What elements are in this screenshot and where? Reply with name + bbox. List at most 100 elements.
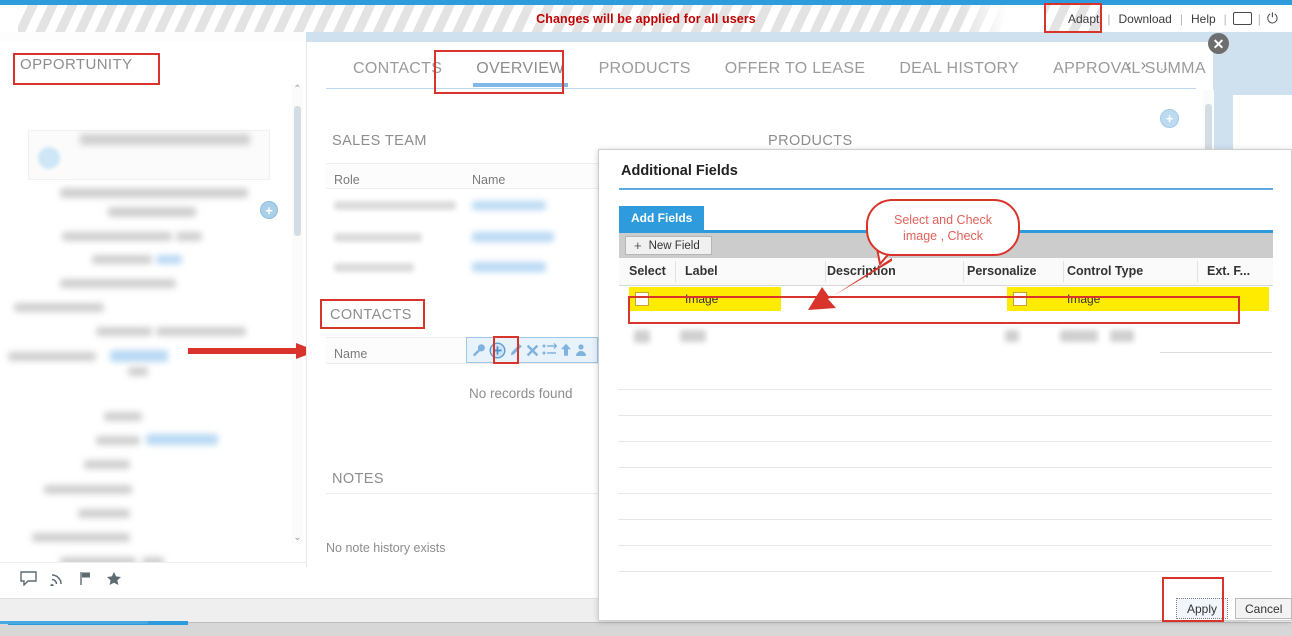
add-field-button[interactable]: + xyxy=(260,201,278,219)
redacted-cell xyxy=(634,330,650,343)
application-window: Changes will be applied for all users Ad… xyxy=(0,0,1292,636)
redacted-cell xyxy=(1110,330,1134,342)
flag-icon[interactable] xyxy=(79,571,93,591)
dialog-title: Additional Fields xyxy=(621,163,738,179)
column-select: Select xyxy=(629,264,666,278)
scroll-thumb[interactable] xyxy=(294,106,301,236)
tab-products[interactable]: PRODUCTS xyxy=(582,48,708,90)
taskbar-strip xyxy=(0,622,1292,636)
sub-strip-left xyxy=(0,32,306,42)
redacted-cell xyxy=(472,262,546,272)
feed-icon[interactable] xyxy=(50,571,66,591)
power-icon[interactable]: ⏻ xyxy=(1267,10,1278,27)
tab-offer-to-lease[interactable]: OFFER TO LEASE xyxy=(708,48,883,90)
sales-team-table-header: Role Name xyxy=(326,163,598,189)
redacted-cell xyxy=(334,233,422,242)
column-name: Name xyxy=(472,173,506,187)
contacts-row-toolbar[interactable] xyxy=(466,337,598,363)
annotation-arrow-image-row xyxy=(800,258,892,316)
scroll-up-icon[interactable]: ⌃ xyxy=(293,84,302,96)
opportunity-left-panel: + xyxy=(0,42,306,567)
row-separator xyxy=(618,467,1272,468)
instruction-callout: Select and Check image , Check xyxy=(866,199,1020,256)
redacted-text xyxy=(80,134,250,145)
notes-empty-text: No note history exists xyxy=(326,541,446,555)
redacted-text xyxy=(96,327,152,336)
cancel-button[interactable]: Cancel xyxy=(1235,598,1292,619)
row-separator xyxy=(618,571,1272,572)
separator-4: | xyxy=(1257,11,1261,26)
scroll-down-icon[interactable]: ⌄ xyxy=(293,532,302,544)
redacted-link xyxy=(146,434,218,445)
sales-team-title: SALES TEAM xyxy=(332,133,427,149)
callout-line-2: image , Check xyxy=(903,228,983,243)
tab-next-icon[interactable]: › xyxy=(1141,55,1147,75)
row-separator xyxy=(618,545,1272,546)
redacted-text xyxy=(156,327,246,336)
redacted-text xyxy=(14,303,104,312)
apply-annotation-box xyxy=(1162,577,1224,622)
redacted-text xyxy=(176,232,202,241)
redacted-cell xyxy=(334,201,456,210)
redacted-text xyxy=(78,509,130,518)
tab-deal-history[interactable]: DEAL HISTORY xyxy=(882,48,1036,90)
separator-3: | xyxy=(1223,11,1227,26)
up-icon[interactable] xyxy=(560,343,572,357)
left-scrollbar[interactable]: ⌃ ⌄ xyxy=(292,84,303,544)
redacted-cell xyxy=(1060,330,1098,342)
hatch-left-fill xyxy=(0,5,18,32)
window-icon[interactable] xyxy=(1232,12,1252,25)
redacted-cell xyxy=(1005,330,1019,342)
download-link[interactable]: Download xyxy=(1110,12,1179,26)
new-field-label: New Field xyxy=(648,239,700,252)
help-link[interactable]: Help xyxy=(1183,12,1224,26)
redacted-text xyxy=(62,232,172,241)
redacted-link xyxy=(156,255,182,264)
redacted-cell xyxy=(472,232,554,242)
redacted-cell xyxy=(334,263,414,272)
column-label: Label xyxy=(685,264,718,278)
redacted-text xyxy=(128,367,148,376)
plus-icon: + xyxy=(634,238,642,253)
column-ext-f: Ext. F... xyxy=(1207,264,1251,278)
left-panel-footer xyxy=(0,562,306,598)
row-separator xyxy=(618,441,1272,442)
table-header-row: Select Label Description Personalize Con… xyxy=(619,258,1273,286)
adapt-annotation-box xyxy=(1044,3,1102,33)
column-personalize: Personalize xyxy=(967,264,1037,278)
row-separator xyxy=(618,493,1272,494)
row-separator xyxy=(1160,352,1272,353)
wrench-icon[interactable] xyxy=(472,343,486,357)
redacted-text xyxy=(32,533,130,542)
redacted-cell xyxy=(680,330,706,342)
row-separator xyxy=(618,415,1272,416)
delete-icon[interactable] xyxy=(526,344,539,357)
redacted-text xyxy=(60,279,176,288)
annotation-arrow-contacts xyxy=(188,342,318,360)
chrome-fade xyxy=(962,5,1044,32)
tab-overflow-icon[interactable]: ... xyxy=(1155,58,1169,73)
notes-title: NOTES xyxy=(332,471,384,487)
dialog-title-rule xyxy=(619,188,1273,190)
products-add-icon[interactable]: + xyxy=(1160,109,1179,128)
redacted-text xyxy=(84,460,130,469)
row-separator xyxy=(618,389,1272,390)
contacts-empty-text: No records found xyxy=(469,386,573,401)
callout-line-1: Select and Check xyxy=(894,212,992,227)
row-separator xyxy=(618,519,1272,520)
sort-icon[interactable] xyxy=(542,343,557,357)
redacted-cell xyxy=(472,201,546,210)
tab-add-fields[interactable]: Add Fields xyxy=(619,206,705,230)
new-field-button[interactable]: + New Field xyxy=(625,236,712,255)
star-icon[interactable] xyxy=(106,571,122,591)
close-icon[interactable]: ✕ xyxy=(1208,33,1229,54)
redacted-text xyxy=(96,436,140,445)
image-row-annotation-box xyxy=(628,296,1240,324)
tab-prev-icon[interactable]: ‹ xyxy=(1126,55,1132,75)
redacted-text xyxy=(92,255,152,264)
redacted-text xyxy=(60,188,248,198)
column-role: Role xyxy=(334,173,360,187)
redacted-text xyxy=(108,207,196,217)
assign-icon[interactable] xyxy=(575,343,589,357)
comment-icon[interactable] xyxy=(20,570,37,591)
